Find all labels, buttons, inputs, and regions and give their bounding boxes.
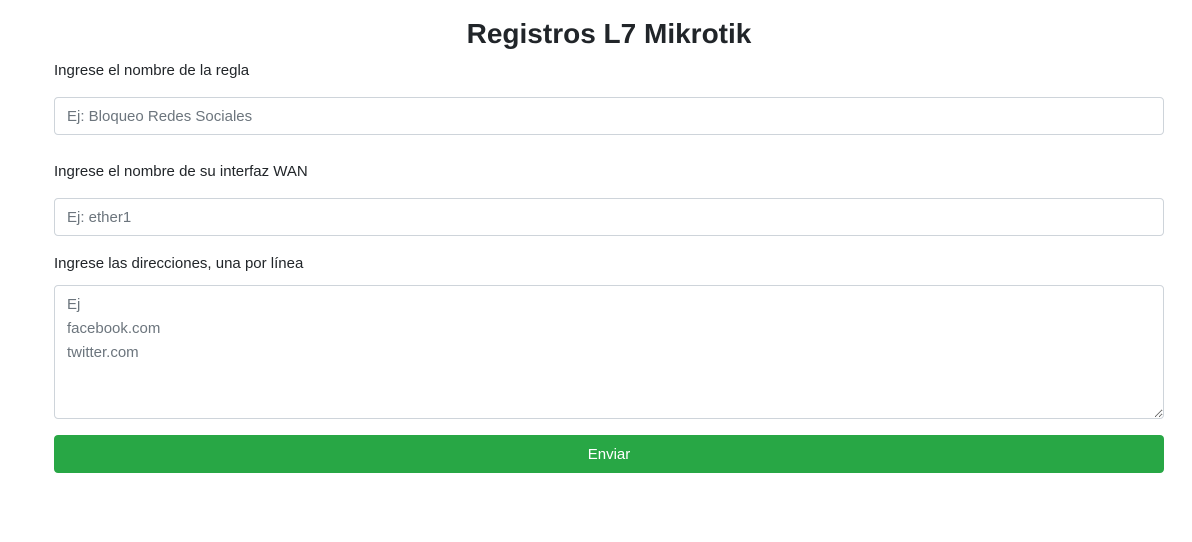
- wan-interface-label: Ingrese el nombre de su interfaz WAN: [54, 163, 308, 180]
- form-container: Registros L7 Mikrotik Ingrese el nombre …: [54, 0, 1164, 473]
- page-title: Registros L7 Mikrotik: [466, 18, 752, 49]
- l7-registry-form: Ingrese el nombre de la regla Ingrese el…: [54, 61, 1164, 473]
- rule-name-label: Ingrese el nombre de la regla: [54, 62, 250, 79]
- wan-interface-input[interactable]: [54, 198, 1164, 236]
- addresses-label: Ingrese las direcciones, una por línea: [54, 255, 304, 272]
- submit-button[interactable]: Enviar: [54, 435, 1164, 473]
- addresses-textarea[interactable]: [54, 285, 1164, 419]
- rule-name-input[interactable]: [54, 97, 1164, 135]
